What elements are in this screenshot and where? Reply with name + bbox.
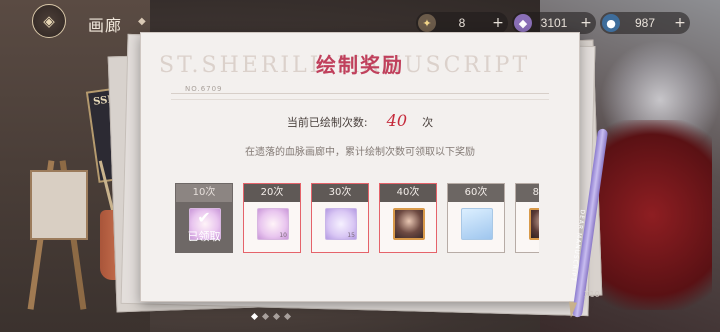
corner-tag: X10 xyxy=(584,290,600,299)
coin-icon: ● xyxy=(602,14,620,32)
reward-tier-label: 80次 xyxy=(516,184,539,202)
candle-icon: ✦ xyxy=(418,14,436,32)
claimed-label: 已领取 xyxy=(187,230,221,243)
claimed-overlay: ✔ 已领取 xyxy=(176,202,232,252)
page-dot[interactable] xyxy=(272,312,281,321)
reward-tier-60[interactable]: 60次 xyxy=(447,183,505,253)
butterfly-icon: 15 xyxy=(325,208,357,240)
reward-tier-label: 30次 xyxy=(312,184,368,202)
draw-count-line: 当前已绘制次数: 40 次 xyxy=(141,111,579,130)
draw-count-value: 40 xyxy=(386,111,408,130)
reward-quantity: 15 xyxy=(347,232,355,239)
gift-box-icon xyxy=(461,208,493,240)
gem-icon: ◆ xyxy=(514,14,532,32)
page-indicator xyxy=(250,312,292,321)
panel-number: NO.6709 xyxy=(185,85,223,93)
resource-candle: ✦ 8 + xyxy=(416,12,508,34)
divider xyxy=(171,93,549,94)
reward-tier-label: 40次 xyxy=(380,184,436,202)
light-orb-icon: 10 xyxy=(257,208,289,240)
page-dot[interactable] xyxy=(250,312,259,321)
easel-icon xyxy=(27,160,90,310)
page-title: 画廊 xyxy=(88,16,123,35)
reward-tier-label: 20次 xyxy=(244,184,300,202)
reward-tier-20[interactable]: 20次 10 xyxy=(243,183,301,253)
reward-tier-30[interactable]: 30次 15 xyxy=(311,183,369,253)
page-dot[interactable] xyxy=(283,312,292,321)
portrait-card-icon xyxy=(529,208,539,240)
panel-title: 绘制奖励 xyxy=(316,53,404,77)
page-dot[interactable] xyxy=(261,312,270,321)
divider xyxy=(171,99,549,100)
reward-quantity: 10 xyxy=(279,232,287,239)
reward-tier-10[interactable]: 10次 ✔ 已领取 xyxy=(175,183,233,253)
resource-value: 3101 xyxy=(540,16,568,30)
resource-coin: ● 987 + xyxy=(600,12,690,34)
add-coin-button[interactable]: + xyxy=(670,15,690,31)
diamond-icon: ◆ xyxy=(138,16,146,27)
reward-tier-label: 10次 xyxy=(176,184,232,202)
draw-rewards-panel: ST.SHERILL MANUSCRIPT 绘制奖励 NO.6709 当前已绘制… xyxy=(140,32,580,302)
reward-tier-label: 60次 xyxy=(448,184,504,202)
reward-tier-80[interactable]: 80次 xyxy=(515,183,539,253)
back-button[interactable]: ◈ xyxy=(32,4,66,38)
add-candle-button[interactable]: + xyxy=(488,15,508,31)
reward-tier-40[interactable]: 40次 xyxy=(379,183,437,253)
draw-count-unit: 次 xyxy=(422,116,434,129)
reward-description: 在遗落的血脉画廊中，累计绘制次数可领取以下奖励 xyxy=(245,147,475,158)
compass-icon: ◈ xyxy=(43,12,55,30)
add-gem-button[interactable]: + xyxy=(576,15,596,31)
draw-count-label: 当前已绘制次数: xyxy=(286,116,368,129)
check-icon: ✔ xyxy=(197,208,211,227)
portrait-card-icon xyxy=(393,208,425,240)
reward-list[interactable]: 10次 ✔ 已领取 20次 10 30次 15 40次 60次 80次 xyxy=(175,183,539,255)
resource-value: 987 xyxy=(634,16,656,30)
resource-value: 8 xyxy=(458,16,466,30)
resource-gem: ◆ 3101 + xyxy=(512,12,596,34)
